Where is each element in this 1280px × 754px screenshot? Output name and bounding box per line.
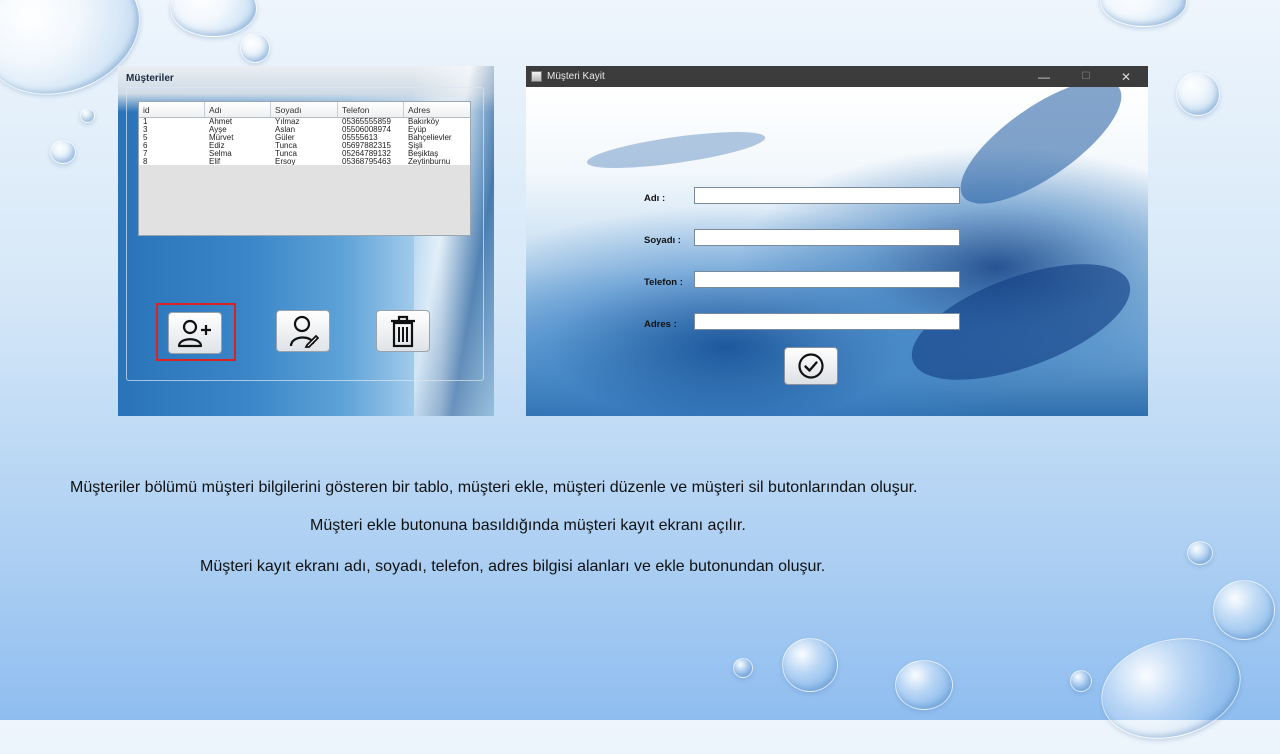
cell-surname: Yılmaz xyxy=(275,118,300,126)
table-header: id Adı Soyadı Telefon Adres xyxy=(139,102,470,118)
phone-field[interactable] xyxy=(694,271,960,288)
water-drop xyxy=(1213,580,1275,640)
cell-id: 5 xyxy=(143,134,148,142)
water-drop xyxy=(50,140,76,164)
customers-table[interactable]: id Adı Soyadı Telefon Adres 1 Ahmet Yılm… xyxy=(138,101,471,236)
water-drop xyxy=(1100,0,1187,27)
edit-user-icon xyxy=(289,315,319,348)
cell-address: Beşiktaş xyxy=(408,150,439,158)
customer-register-window: Müşteri Kayit — ☐ ✕ Adı : Soyadı : Telef… xyxy=(526,66,1148,416)
water-drop xyxy=(782,638,838,692)
cell-name: Ahmet xyxy=(209,118,233,126)
selection-highlight xyxy=(156,303,236,361)
water-splash xyxy=(585,124,767,176)
caption-register-screen: Müşteri kayıt ekranı adı, soyadı, telefo… xyxy=(200,558,826,575)
cell-phone: 05506008974 xyxy=(342,126,391,134)
water-drop xyxy=(80,108,95,123)
delete-customer-button[interactable] xyxy=(376,310,430,352)
address-field[interactable] xyxy=(694,313,960,330)
cell-name: Ediz xyxy=(209,142,225,150)
water-drop xyxy=(1176,72,1220,116)
name-field[interactable] xyxy=(694,187,960,204)
column-header-address[interactable]: Adres xyxy=(404,102,470,117)
save-customer-button[interactable] xyxy=(784,347,838,385)
water-drop xyxy=(170,0,257,37)
water-drop xyxy=(1070,670,1092,692)
water-drop xyxy=(1089,623,1253,754)
app-icon xyxy=(531,71,542,82)
name-label: Adı : xyxy=(644,193,666,204)
minimize-button[interactable]: — xyxy=(1024,66,1064,87)
address-label: Adres : xyxy=(644,319,677,330)
table-row[interactable]: 7 Selma Tunca 05264789132 Beşiktaş xyxy=(139,150,470,158)
caption-customers-section: Müşteriler bölümü müşteri bilgilerini gö… xyxy=(70,479,918,496)
maximize-button[interactable]: ☐ xyxy=(1066,66,1106,87)
cell-phone: 05365555859 xyxy=(342,118,391,126)
cell-phone: 05264789132 xyxy=(342,150,391,158)
close-button[interactable]: ✕ xyxy=(1106,66,1146,87)
cell-phone: 05555613 xyxy=(342,134,378,142)
table-row[interactable]: 3 Ayşe Aslan 05506008974 Eyüp xyxy=(139,126,470,134)
caption-add-button: Müşteri ekle butonuna basıldığında müşte… xyxy=(310,517,746,534)
water-drop xyxy=(240,33,270,63)
cell-phone: 05697882315 xyxy=(342,142,391,150)
water-drop xyxy=(1187,541,1213,565)
title-bar: Müşteri Kayit — ☐ ✕ xyxy=(526,66,1148,87)
column-header-phone[interactable]: Telefon xyxy=(338,102,404,117)
cell-surname: Tunca xyxy=(275,142,297,150)
check-circle-icon xyxy=(798,353,824,379)
cell-address: Bahçelievler xyxy=(408,134,452,142)
cell-id: 7 xyxy=(143,150,148,158)
column-header-surname[interactable]: Soyadı xyxy=(271,102,338,117)
table-row[interactable]: 6 Ediz Tunca 05697882315 Şişli xyxy=(139,142,470,150)
cell-address: Bakırköy xyxy=(408,118,440,126)
phone-label: Telefon : xyxy=(644,277,683,288)
trash-icon xyxy=(391,315,415,348)
column-header-name[interactable]: Adı xyxy=(205,102,271,117)
cell-name: Ayşe xyxy=(209,126,227,134)
edit-customer-button[interactable] xyxy=(276,310,330,352)
surname-label: Soyadı : xyxy=(644,235,681,246)
table-row[interactable]: 1 Ahmet Yılmaz 05365555859 Bakırköy xyxy=(139,118,470,126)
cell-id: 3 xyxy=(143,126,148,134)
cell-surname: Güler xyxy=(275,134,295,142)
surname-field[interactable] xyxy=(694,229,960,246)
window-title: Müşteri Kayit xyxy=(547,71,605,82)
water-drop xyxy=(733,658,753,678)
cell-id: 6 xyxy=(143,142,148,150)
water-splash xyxy=(943,87,1139,226)
cell-surname: Tunca xyxy=(275,150,297,158)
cell-id: 1 xyxy=(143,118,148,126)
table-empty-area xyxy=(139,165,470,235)
column-header-id[interactable]: id xyxy=(139,102,205,117)
customers-window: Müşteriler id Adı Soyadı Telefon Adres 1… xyxy=(118,66,494,416)
cell-name: Selma xyxy=(209,150,232,158)
cell-address: Şişli xyxy=(408,142,423,150)
customers-title: Müşteriler xyxy=(126,73,174,84)
cell-address: Eyüp xyxy=(408,126,427,134)
water-drop xyxy=(895,660,953,710)
cell-name: Mürvet xyxy=(209,134,234,142)
table-row[interactable]: 5 Mürvet Güler 05555613 Bahçelievler xyxy=(139,134,470,142)
cell-surname: Aslan xyxy=(275,126,296,134)
register-form: Adı : Soyadı : Telefon : Adres : xyxy=(526,87,1148,416)
